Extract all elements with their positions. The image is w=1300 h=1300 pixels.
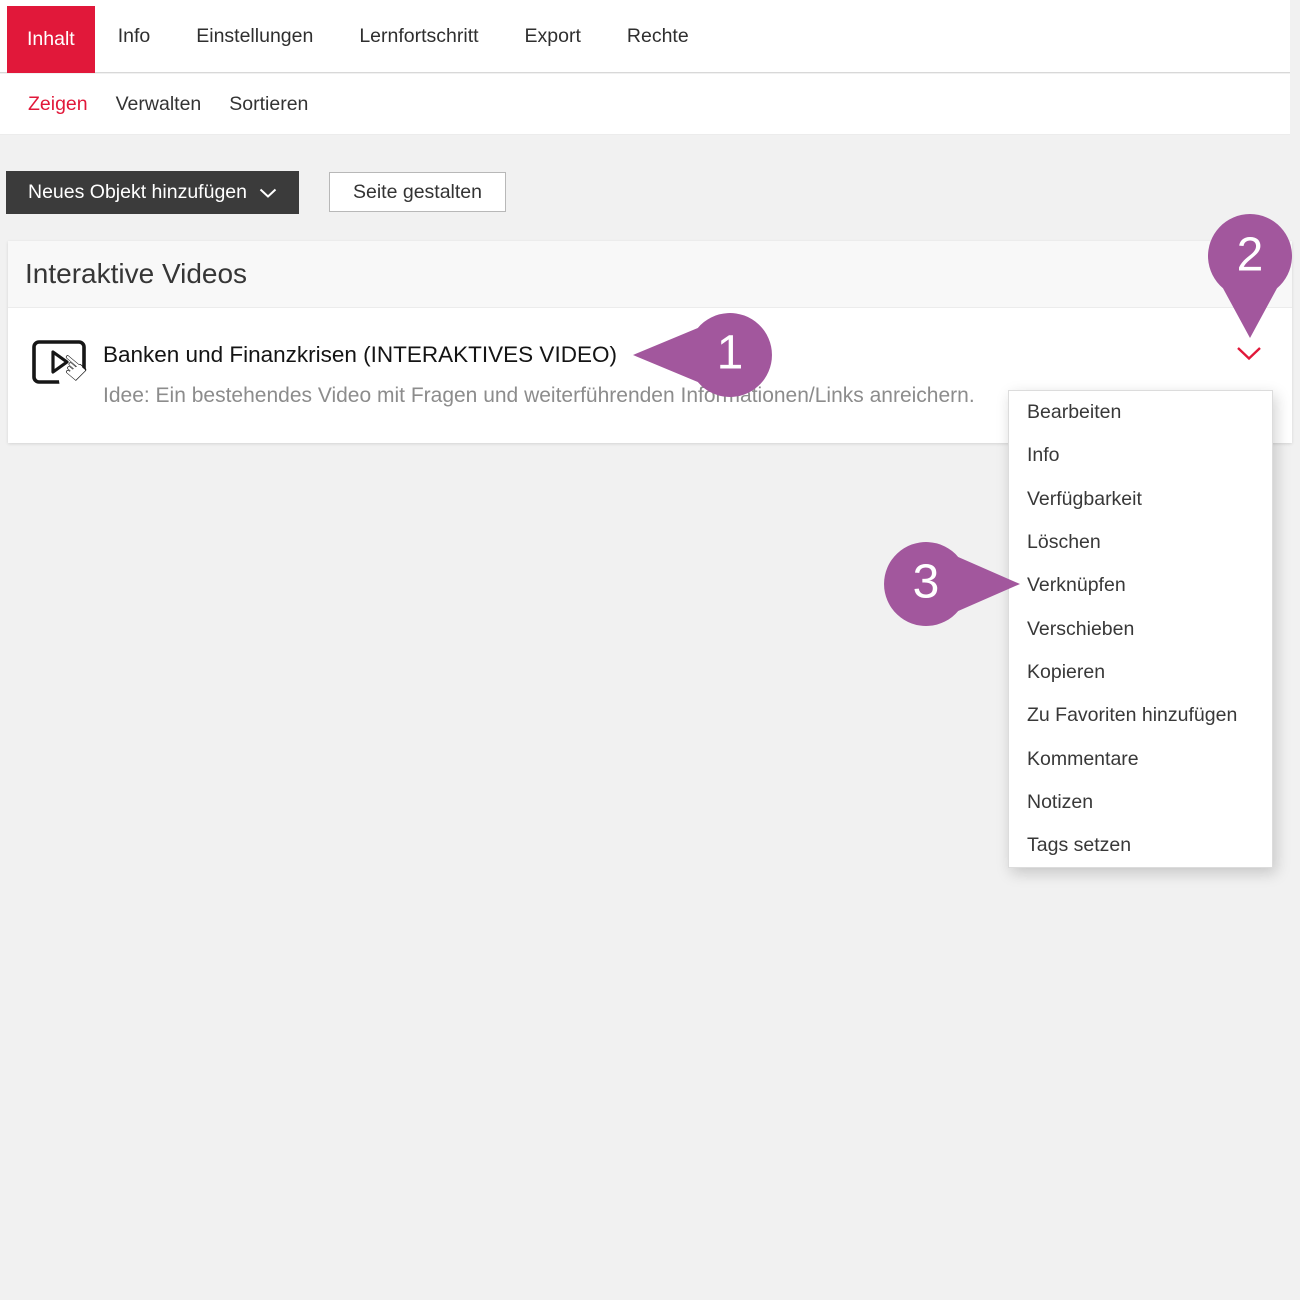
callout-pin-3 xyxy=(884,542,1020,626)
main-tab-bar: Inhalt Info Einstellungen Lernfortschrit… xyxy=(0,0,1290,73)
menu-item-verschieben[interactable]: Verschieben xyxy=(1009,607,1272,650)
tab-einstellungen[interactable]: Einstellungen xyxy=(173,0,336,72)
section-title: Interaktive Videos xyxy=(25,258,247,290)
design-page-label: Seite gestalten xyxy=(353,181,482,204)
subtab-zeigen[interactable]: Zeigen xyxy=(14,93,102,116)
tab-info[interactable]: Info xyxy=(95,0,174,72)
chevron-down-icon xyxy=(259,188,277,198)
actions-dropdown-toggle[interactable] xyxy=(1236,346,1264,364)
add-object-label: Neues Objekt hinzufügen xyxy=(28,181,247,204)
callout-number-3: 3 xyxy=(913,554,940,609)
menu-item-zu-favoriten[interactable]: Zu Favoriten hinzufügen xyxy=(1009,694,1272,737)
sub-tab-bar: Zeigen Verwalten Sortieren xyxy=(0,74,1290,135)
subtab-sortieren[interactable]: Sortieren xyxy=(215,93,322,116)
tab-export[interactable]: Export xyxy=(502,0,604,72)
menu-item-bearbeiten[interactable]: Bearbeiten xyxy=(1009,391,1272,434)
menu-item-loeschen[interactable]: Löschen xyxy=(1009,521,1272,564)
panel-header: Interaktive Videos xyxy=(8,241,1292,308)
add-object-button[interactable]: Neues Objekt hinzufügen xyxy=(6,171,299,214)
tab-lernfortschritt[interactable]: Lernfortschritt xyxy=(336,0,501,72)
chevron-down-icon xyxy=(1236,348,1262,365)
interactive-video-icon: ☜ xyxy=(30,334,94,398)
tab-rechte[interactable]: Rechte xyxy=(604,0,712,72)
subtab-verwalten[interactable]: Verwalten xyxy=(102,93,216,116)
design-page-button[interactable]: Seite gestalten xyxy=(329,172,506,212)
menu-item-kopieren[interactable]: Kopieren xyxy=(1009,651,1272,694)
menu-item-tags-setzen[interactable]: Tags setzen xyxy=(1009,824,1272,867)
menu-item-notizen[interactable]: Notizen xyxy=(1009,781,1272,824)
menu-item-verknuepfen[interactable]: Verknüpfen xyxy=(1009,564,1272,607)
menu-item-info[interactable]: Info xyxy=(1009,434,1272,477)
ilias-content-page: Inhalt Info Einstellungen Lernfortschrit… xyxy=(0,0,1300,1300)
menu-item-verfuegbarkeit[interactable]: Verfügbarkeit xyxy=(1009,478,1272,521)
actions-dropdown-menu: Bearbeiten Info Verfügbarkeit Löschen Ve… xyxy=(1008,390,1273,868)
item-title-link[interactable]: Banken und Finanzkrisen (INTERAKTIVES VI… xyxy=(103,342,617,368)
tab-inhalt[interactable]: Inhalt xyxy=(7,6,95,73)
item-description: Idee: Ein bestehendes Video mit Fragen u… xyxy=(103,384,975,408)
toolbar: Neues Objekt hinzufügen Seite gestalten xyxy=(6,171,506,214)
menu-item-kommentare[interactable]: Kommentare xyxy=(1009,737,1272,780)
